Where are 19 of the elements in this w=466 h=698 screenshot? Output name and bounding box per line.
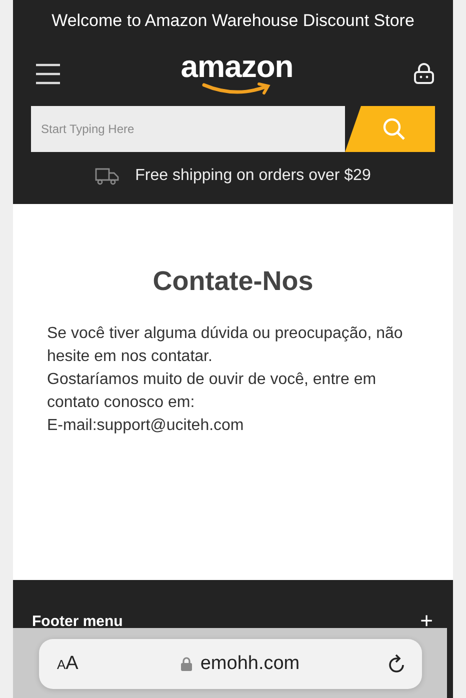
text-size-button[interactable]: AA — [57, 653, 107, 675]
contact-paragraph: Gostaríamos muito de ouvir de você, entre em contato conosco em: — [47, 370, 378, 413]
search-icon — [382, 117, 406, 141]
truck-icon — [95, 167, 120, 185]
welcome-text: Welcome to Amazon Warehouse Discount Store — [50, 10, 416, 32]
page-title: Contate-Nos — [152, 265, 314, 297]
search-field[interactable]: Start Typing Here — [31, 106, 345, 152]
contact-paragraph: E-mail:support@uciteh.com — [47, 416, 245, 436]
contact-paragraph: Se você tiver alguma dúvida ou preocupação, não hesite em nos contatar. — [47, 324, 404, 367]
reload-icon[interactable] — [388, 654, 406, 674]
menu-icon[interactable] — [35, 63, 61, 85]
footer-menu-label: Footer menu — [32, 612, 123, 630]
search-button[interactable] — [345, 106, 435, 152]
expand-button[interactable]: + — [420, 611, 433, 631]
lock-icon — [181, 657, 192, 671]
shopping-bag-icon[interactable] — [412, 63, 435, 85]
url-text[interactable]: emohh.com — [200, 653, 300, 675]
amazon-logo[interactable]: amazon — [180, 52, 294, 96]
shipping-notice: Free shipping on orders over $29 — [135, 167, 371, 185]
